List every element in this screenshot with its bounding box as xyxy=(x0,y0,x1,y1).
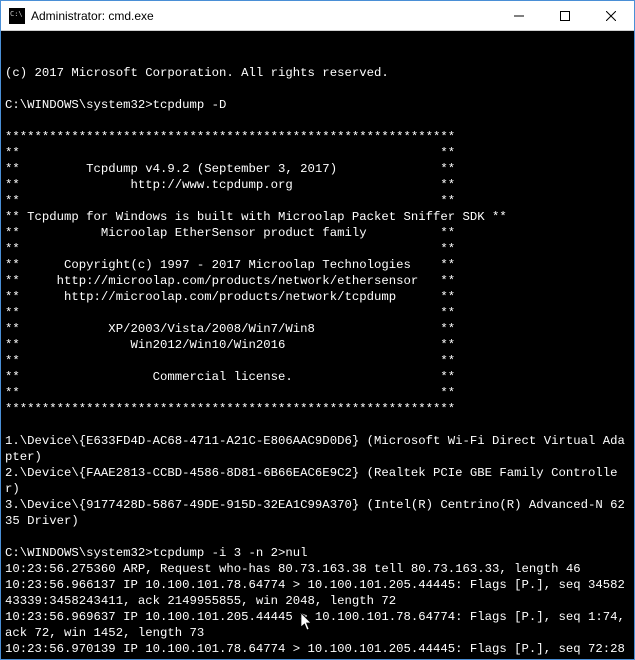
terminal-line: ** ** xyxy=(5,385,630,401)
terminal-line: 10:23:56.966137 IP 10.100.101.78.64774 >… xyxy=(5,577,630,609)
terminal-line: ** http://www.tcpdump.org ** xyxy=(5,177,630,193)
terminal-output[interactable]: (c) 2017 Microsoft Corporation. All righ… xyxy=(1,31,634,659)
terminal-line: C:\WINDOWS\system32>tcpdump -D xyxy=(5,97,630,113)
maximize-button[interactable] xyxy=(542,1,588,30)
terminal-line xyxy=(5,417,630,433)
terminal-line: 3.\Device\{9177428D-5867-49DE-915D-32EA1… xyxy=(5,497,630,529)
titlebar[interactable]: Administrator: cmd.exe xyxy=(1,1,634,31)
window-controls xyxy=(496,1,634,30)
terminal-line: ** http://microolap.com/products/network… xyxy=(5,273,630,289)
terminal-line: ** Commercial license. ** xyxy=(5,369,630,385)
terminal-line xyxy=(5,529,630,545)
terminal-line: 10:23:56.970139 IP 10.100.101.78.64774 >… xyxy=(5,641,630,659)
window-title: Administrator: cmd.exe xyxy=(31,9,496,23)
terminal-line: ** ** xyxy=(5,145,630,161)
close-button[interactable] xyxy=(588,1,634,30)
terminal-line: ****************************************… xyxy=(5,401,630,417)
terminal-line: ** Tcpdump v4.9.2 (September 3, 2017) ** xyxy=(5,161,630,177)
terminal-line: ** ** xyxy=(5,353,630,369)
terminal-line: ** Tcpdump for Windows is built with Mic… xyxy=(5,209,630,225)
terminal-line: 10:23:56.275360 ARP, Request who-has 80.… xyxy=(5,561,630,577)
terminal-line: ** http://microolap.com/products/network… xyxy=(5,289,630,305)
terminal-line: ** Win2012/Win10/Win2016 ** xyxy=(5,337,630,353)
terminal-line: 2.\Device\{FAAE2813-CCBD-4586-8D81-6B66E… xyxy=(5,465,630,497)
terminal-line: 1.\Device\{E633FD4D-AC68-4711-A21C-E806A… xyxy=(5,433,630,465)
terminal-line: C:\WINDOWS\system32>tcpdump -i 3 -n 2>nu… xyxy=(5,545,630,561)
terminal-line: ** Microolap EtherSensor product family … xyxy=(5,225,630,241)
window-frame: Administrator: cmd.exe (c) 2017 Microsof… xyxy=(0,0,635,660)
terminal-line: ****************************************… xyxy=(5,129,630,145)
terminal-line: ** Copyright(c) 1997 - 2017 Microolap Te… xyxy=(5,257,630,273)
terminal-line: 10:23:56.969637 IP 10.100.101.205.44445 … xyxy=(5,609,630,641)
terminal-line: ** ** xyxy=(5,241,630,257)
terminal-line xyxy=(5,113,630,129)
terminal-line: (c) 2017 Microsoft Corporation. All righ… xyxy=(5,65,630,81)
cmd-icon xyxy=(9,8,25,24)
terminal-line xyxy=(5,81,630,97)
terminal-line: ** ** xyxy=(5,193,630,209)
minimize-button[interactable] xyxy=(496,1,542,30)
terminal-line: ** XP/2003/Vista/2008/Win7/Win8 ** xyxy=(5,321,630,337)
terminal-line: ** ** xyxy=(5,305,630,321)
